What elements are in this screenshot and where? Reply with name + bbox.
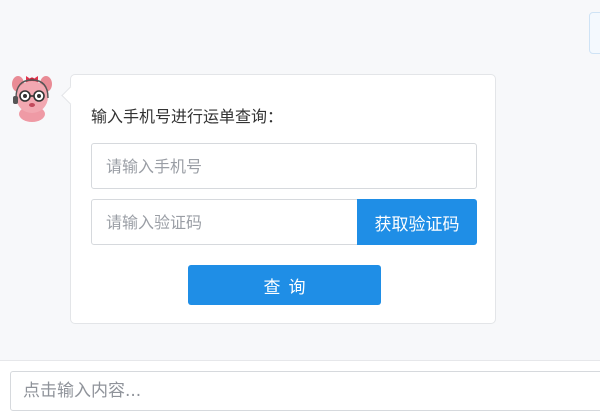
verification-code-input[interactable] xyxy=(91,199,359,245)
chat-area: 输入手机号进行运单查询： 获取验证码 查询 xyxy=(0,0,600,360)
get-verification-code-button[interactable]: 获取验证码 xyxy=(357,199,477,245)
query-prompt-text: 输入手机号进行运单查询： xyxy=(91,107,284,126)
message-input[interactable] xyxy=(10,371,600,411)
bubble-tail xyxy=(61,86,80,105)
agent-avatar-icon xyxy=(8,70,56,122)
query-button[interactable]: 查询 xyxy=(188,265,381,305)
message-composer xyxy=(0,360,600,411)
query-message-bubble: 输入手机号进行运单查询： 获取验证码 查询 xyxy=(61,74,496,324)
phone-number-input[interactable] xyxy=(91,143,477,189)
top-right-widget[interactable] xyxy=(589,12,600,54)
